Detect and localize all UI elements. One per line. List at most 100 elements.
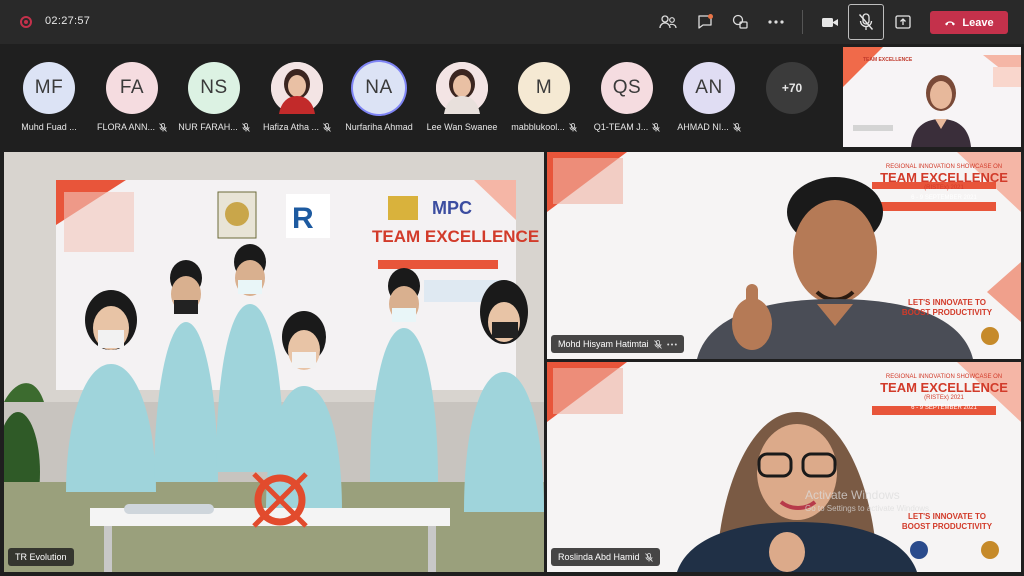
participant-tile[interactable]: NA Nurfariha Ahmad [337,62,421,138]
participants-button[interactable] [653,8,683,36]
tile-name: TR Evolution [15,552,67,562]
tile-name-tag: Roslinda Abd Hamid [551,548,660,566]
watermark-subtitle: Go to Settings to activate Windows. [805,504,932,513]
mic-off-icon [653,339,662,349]
camera-icon [822,17,838,27]
participant-name: Lee Wan Swanee [420,122,504,132]
participant-name: mabblukool... [502,122,586,132]
more-options-button[interactable] [761,8,791,36]
avatar [436,62,488,114]
video-tile-roslinda[interactable]: REGIONAL INNOVATION SHOWCASE ON TEAM EXC… [547,362,1021,572]
participant-tile[interactable]: Mmabblukool... [502,62,586,138]
leave-button[interactable]: Leave [930,11,1008,34]
svg-text:TEAM EXCELLENCE: TEAM EXCELLENCE [863,57,913,63]
leave-label: Leave [962,16,994,29]
more-options-icon[interactable] [666,343,677,346]
tile-name: Mohd Hisyam Hatimtai [558,339,649,349]
avatar-initials: NA [365,77,393,98]
video-tile-hisyam[interactable]: REGIONAL INNOVATION SHOWCASE ON TEAM EXC… [547,152,1021,359]
banner-title: TEAM EXCELLENCE [880,170,1008,185]
meeting-toolbar: 02:27:57 Leave [0,0,1024,44]
mic-off-icon [568,123,577,132]
banner-line3: (RISTEx) 2021 [924,185,964,191]
mic-off-icon [241,123,250,132]
banner-slogan-line1: LET'S INNOVATE TO [908,512,986,521]
banner-title: TEAM EXCELLENCE [880,380,1008,395]
mic-button[interactable] [848,4,884,40]
reactions-button[interactable] [725,8,755,36]
mic-off-icon [159,123,167,132]
participant-name-text: Hafiza Atha ... [262,122,320,132]
avatar: NS [188,62,240,114]
phone-icon [945,20,956,25]
main-video-scene: R MPC TEAM EXCELLENCE [4,152,544,572]
avatar-initials: AN [695,77,723,98]
more-participants-button[interactable]: +70 [766,62,818,114]
banner-slogan: LET'S INNOVATE TO BOOST PRODUCTIVITY [877,298,1017,318]
svg-text:TEAM EXCELLENCE: TEAM EXCELLENCE [372,227,539,246]
avatar-initials: MF [34,77,64,98]
participant-name-text: AHMAD NI... [677,122,729,132]
participant-name-text: mabblukool... [511,122,565,132]
toolbar-divider [802,10,803,34]
participant-tile[interactable]: QS Q1-TEAM J... [585,62,669,138]
avatar [271,62,323,114]
share-button[interactable] [888,8,918,36]
banner-text-block: REGIONAL INNOVATION SHOWCASE ON TEAM EXC… [869,158,1019,201]
svg-text:R: R [292,202,314,235]
banner-line3: (RISTEx) 2021 [924,395,964,401]
avatar: QS [601,62,653,114]
participant-tile[interactable]: AN AHMAD NI... [667,62,751,138]
banner-dates: 6 - 9 SEPTEMBER 2021 [911,195,977,201]
tile-name-tag: TR Evolution [8,548,74,566]
self-view-scene: TEAM EXCELLENCE [843,47,1021,147]
participant-name: Hafiza Atha ... [255,122,339,132]
activate-windows-watermark: Activate Windows Go to Settings to activ… [805,488,931,513]
avatar-initials: FA [119,77,145,98]
avatar-photo [271,62,323,114]
participant-tile[interactable]: Hafiza Atha ... [255,62,339,138]
participant-name-text: Muhd Fuad ... [21,122,77,132]
banner-mpc-text: MPC [432,198,472,218]
participants-icon [659,15,677,29]
participant-name-text: Q1-TEAM J... [593,122,649,132]
participant-tile[interactable]: NS NUR FARAH... [172,62,256,138]
participant-name: Muhd Fuad ... [7,122,91,132]
avatar: NA [353,62,405,114]
avatar-initials: NS [200,77,228,98]
self-view-video[interactable]: TEAM EXCELLENCE [843,47,1021,147]
avatar-initials: QS [612,77,642,98]
banner-slogan: LET'S INNOVATE TO BOOST PRODUCTIVITY [877,512,1017,532]
participant-tile[interactable]: Lee Wan Swanee [420,62,504,138]
participant-tile[interactable]: MF Muhd Fuad ... [7,62,91,138]
mic-off-icon [858,13,874,30]
banner-slogan-line2: BOOST PRODUCTIVITY [901,308,993,317]
participant-tile[interactable]: FA FLORA ANN... [90,62,174,138]
participant-name-text: NUR FARAH... [178,122,238,132]
participant-name-text: Lee Wan Swanee [426,122,498,132]
meeting-timer: 02:27:57 [45,15,91,27]
banner-slogan-line1: LET'S INNOVATE TO [908,298,986,307]
banner-text-block: REGIONAL INNOVATION SHOWCASE ON TEAM EXC… [869,368,1019,411]
video-tile-main[interactable]: R MPC TEAM EXCELLENCE TR Evolution [4,152,544,572]
tile-name: Roslinda Abd Hamid [558,552,640,562]
avatar: M [518,62,570,114]
participant-name-text: FLORA ANN... [96,122,156,132]
avatar: FA [106,62,158,114]
mic-off-icon [644,552,653,562]
tile-name-tag: Mohd Hisyam Hatimtai [551,335,684,353]
watermark-title: Activate Windows [805,488,900,502]
participant-name: Nurfariha Ahmad [337,122,421,132]
avatar: MF [23,62,75,114]
record-icon [20,16,32,28]
mic-off-icon [732,123,741,132]
participant-name: FLORA ANN... [90,122,174,132]
chat-button[interactable] [690,8,720,36]
participant-name-text: Nurfariha Ahmad [345,122,413,132]
banner-slogan-line2: BOOST PRODUCTIVITY [901,522,993,531]
camera-button[interactable] [815,8,845,36]
reactions-icon [732,14,748,29]
participant-name: Q1-TEAM J... [585,122,669,132]
share-icon [895,15,911,29]
avatar: AN [683,62,735,114]
